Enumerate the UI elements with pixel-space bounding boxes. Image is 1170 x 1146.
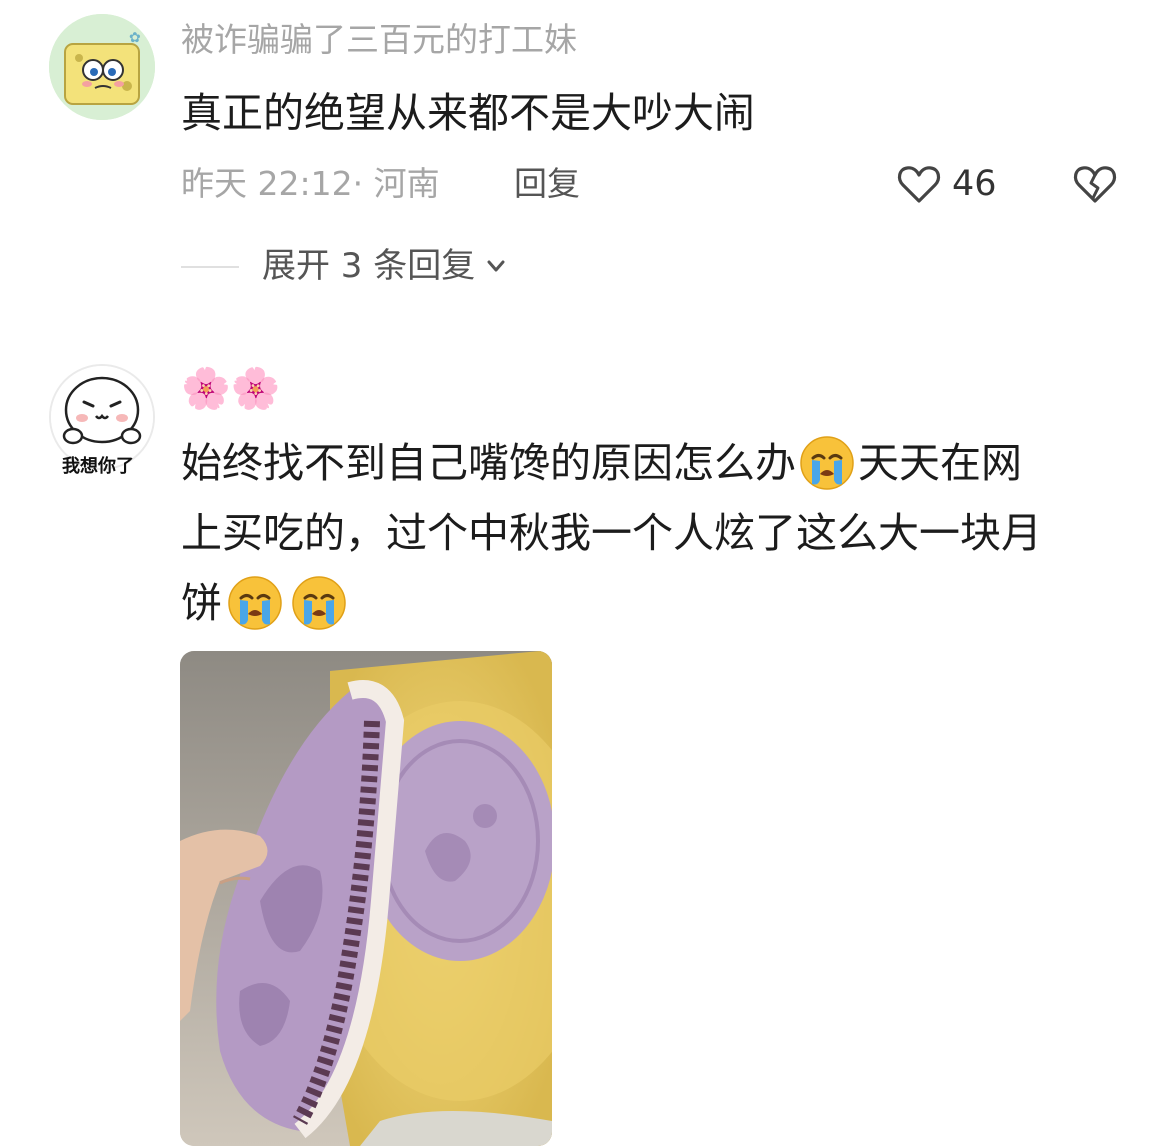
- comment-text-segment: 饼: [181, 579, 222, 627]
- comment-text: 真正的绝望从来都不是大吵大闹: [181, 89, 755, 137]
- spongebob-avatar-image: ✿ ✿: [49, 14, 155, 120]
- heart-outline-icon[interactable]: [895, 160, 943, 208]
- comment-image-mooncake[interactable]: [180, 651, 552, 1146]
- expand-replies-button[interactable]: 展开 3 条回复: [262, 244, 509, 288]
- svg-text:✿: ✿: [55, 99, 65, 113]
- loudly-crying-face-emoji: [798, 434, 856, 492]
- svg-text:✿: ✿: [129, 30, 141, 46]
- comment-text-segment: 始终找不到自己嘴馋的原因怎么办: [181, 439, 796, 487]
- comment-text-line2: 上买吃的，过个中秋我一个人炫了这么大一块月: [181, 509, 1042, 557]
- like-count: 46: [952, 164, 997, 204]
- loudly-crying-face-emoji: [290, 574, 348, 632]
- avatar-caption: 我想你了: [62, 456, 134, 477]
- comment-time-location: 昨天 22:12· 河南: [181, 164, 440, 203]
- chevron-down-icon: [487, 260, 505, 272]
- comment-text-line3: 饼: [181, 570, 348, 636]
- comment-text-segment: 天天在网: [858, 439, 1022, 487]
- reply-button[interactable]: 回复: [514, 162, 580, 206]
- expand-replies-label: 展开 3 条回复: [262, 246, 476, 286]
- broken-heart-icon[interactable]: [1071, 160, 1119, 208]
- expand-divider: [181, 266, 239, 268]
- comment-username[interactable]: 被诈骗骗了三百元的打工妹: [181, 18, 577, 62]
- comment-username[interactable]: 🌸🌸: [181, 362, 281, 416]
- loudly-crying-face-emoji: [226, 574, 284, 632]
- user-avatar[interactable]: ✿ ✿: [49, 14, 155, 120]
- comment-text-line1: 始终找不到自己嘴馋的原因怎么办 天天在网: [181, 430, 1022, 496]
